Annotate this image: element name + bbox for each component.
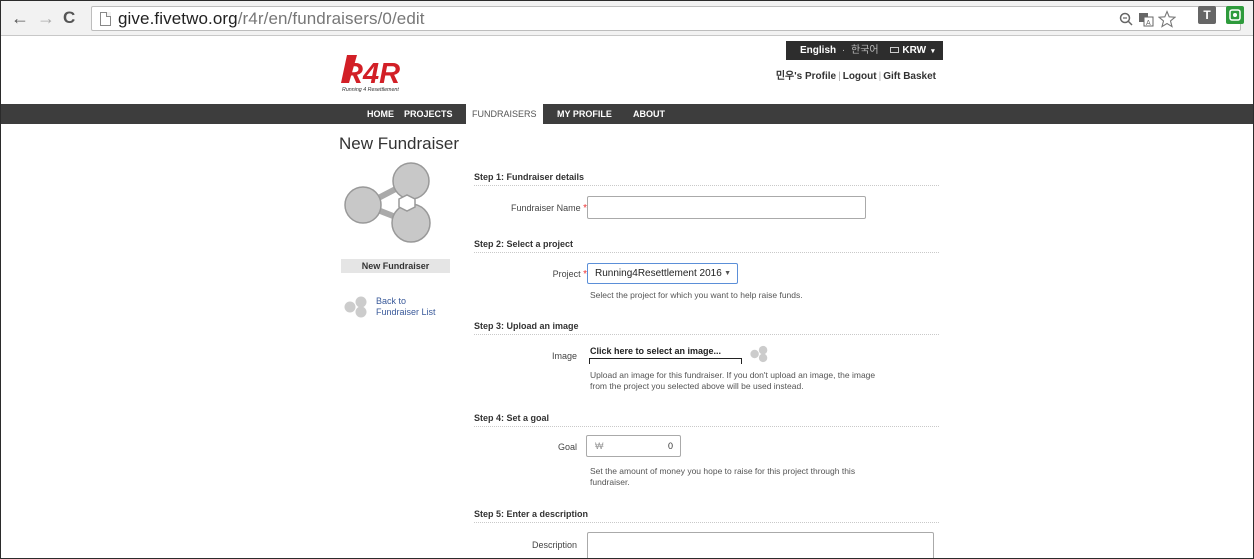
extension-shield-icon[interactable] — [1226, 6, 1244, 24]
profile-link[interactable]: 민우's Profile — [776, 71, 836, 82]
page-title: New Fundraiser — [339, 134, 459, 153]
fundraiser-name-label: Fundraiser Name * — [511, 203, 587, 214]
project-label: Project * — [552, 269, 587, 280]
browser-toolbar: ← → C give.fivetwo.org/r4r/en/fundraiser… — [1, 1, 1253, 36]
description-textarea[interactable] — [587, 532, 934, 558]
fundraiser-placeholder-image — [341, 161, 437, 245]
main-nav: HOME PROJECTS FUNDRAISERS MY PROFILE ABO… — [1, 104, 1253, 124]
project-help: Select the project for which you want to… — [590, 290, 803, 300]
page-icon — [100, 12, 111, 26]
url-text: give.fivetwo.org/r4r/en/fundraisers/0/ed… — [118, 9, 425, 29]
currency-label: KRW — [902, 45, 927, 56]
translate-icon[interactable]: A — [1138, 11, 1154, 27]
back-to-list-link[interactable]: Back to Fundraiser List — [344, 296, 459, 326]
back-button[interactable]: ← — [11, 8, 29, 28]
step5-heading: Step 5: Enter a description — [474, 509, 939, 523]
forward-button[interactable]: → — [37, 8, 55, 28]
goal-input[interactable]: ₩ 0 — [586, 435, 681, 457]
url-host: give.fivetwo.org — [118, 9, 238, 28]
nav-fundraisers[interactable]: FUNDRAISERS — [466, 104, 543, 124]
zoom-icon[interactable] — [1119, 12, 1133, 26]
description-label: Description — [531, 540, 577, 550]
step1-heading: Step 1: Fundraiser details — [474, 172, 939, 186]
nav-about[interactable]: ABOUT — [633, 104, 665, 124]
lang-english[interactable]: English — [800, 45, 836, 56]
svg-text:A: A — [1146, 20, 1151, 27]
currency-selector[interactable]: KRW ▾ — [890, 45, 937, 56]
reload-button[interactable]: C — [63, 8, 75, 28]
sidebar-fundraiser-label: New Fundraiser — [341, 259, 450, 273]
logo-mark: R4R — [342, 58, 400, 90]
bookmark-star-icon[interactable] — [1158, 10, 1176, 28]
lang-korean[interactable]: 한국어 — [851, 45, 879, 56]
nav-my-profile[interactable]: MY PROFILE — [557, 104, 612, 124]
goal-value: 0 — [667, 441, 673, 451]
nav-projects[interactable]: PROJECTS — [404, 104, 453, 124]
step4-heading: Step 4: Set a goal — [474, 413, 939, 427]
site-logo[interactable]: R4R Running 4 Resettlement — [341, 53, 423, 93]
fundraiser-list-icon — [344, 296, 367, 318]
address-bar[interactable]: give.fivetwo.org/r4r/en/fundraisers/0/ed… — [91, 6, 1241, 31]
logo-tagline: Running 4 Resettlement — [342, 87, 399, 93]
flag-icon — [890, 47, 900, 54]
image-help: Upload an image for this fundraiser. If … — [590, 370, 876, 391]
goal-label: Goal — [557, 442, 577, 452]
step2-heading: Step 2: Select a project — [474, 239, 939, 253]
currency-symbol: ₩ — [595, 441, 604, 451]
goal-help: Set the amount of money you hope to rais… — [590, 466, 856, 487]
logout-link[interactable]: Logout — [843, 71, 877, 82]
chevron-down-icon: ▾ — [929, 48, 935, 55]
image-picker-frame[interactable] — [589, 358, 742, 364]
lang-separator: · — [841, 45, 846, 56]
chevron-down-icon: ▼ — [724, 270, 731, 277]
image-label: Image — [551, 351, 577, 361]
url-path: /r4r/en/fundraisers/0/edit — [237, 9, 425, 28]
browser-window: ← → C give.fivetwo.org/r4r/en/fundraiser… — [0, 0, 1254, 559]
back-link-text[interactable]: Back to Fundraiser List — [376, 296, 436, 318]
nav-home[interactable]: HOME — [367, 104, 394, 124]
language-currency-bar: English · 한국어 KRW ▾ — [786, 41, 943, 60]
image-placeholder-icon — [750, 345, 768, 363]
gift-basket-link[interactable]: Gift Basket — [883, 71, 936, 82]
step3-heading: Step 3: Upload an image — [474, 321, 939, 335]
extension-t-icon[interactable]: T — [1198, 6, 1216, 24]
project-selected-value: Running4Resettlement 2016 — [595, 268, 722, 279]
user-links: 민우's Profile | Logout | Gift Basket — [775, 71, 936, 82]
project-select[interactable]: Running4Resettlement 2016 ▼ — [587, 263, 738, 284]
fundraiser-name-input[interactable] — [587, 196, 866, 219]
image-picker-button[interactable]: Click here to select an image... — [590, 346, 721, 356]
